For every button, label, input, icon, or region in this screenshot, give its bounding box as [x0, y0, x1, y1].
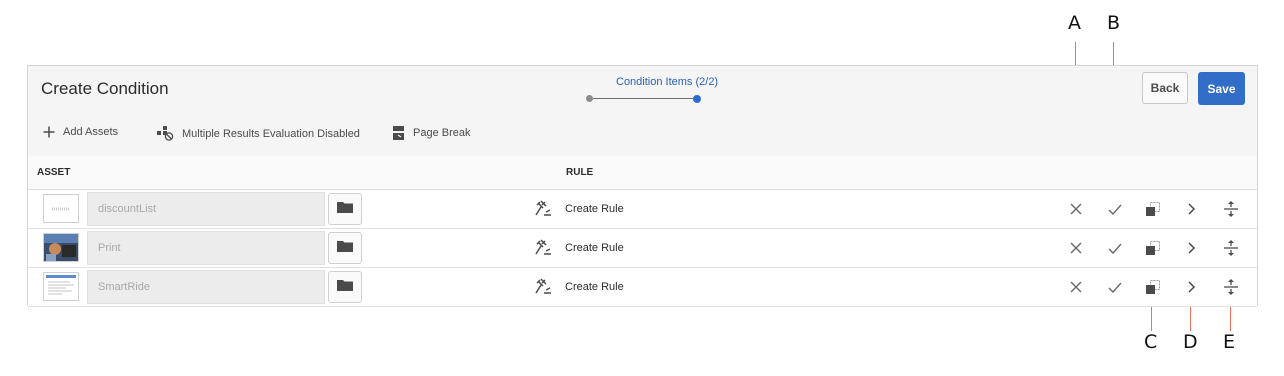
plus-icon [43, 126, 55, 138]
back-button[interactable]: Back [1142, 72, 1188, 104]
callout-a: A [1068, 12, 1081, 34]
table-row: SmartRide Create Rule [28, 268, 1257, 307]
chevron-right-icon[interactable] [1183, 200, 1201, 218]
add-assets-button[interactable]: Add Assets [43, 126, 118, 138]
browse-asset-button[interactable] [328, 271, 362, 303]
multiple-results-icon [157, 126, 174, 141]
checkmark-icon[interactable] [1106, 200, 1124, 218]
checkmark-icon[interactable] [1106, 239, 1124, 257]
text-doc-icon [43, 194, 79, 223]
page-break-button[interactable]: Page Break [393, 126, 470, 140]
delete-x-icon[interactable] [1067, 200, 1085, 218]
copy-icon[interactable] [1144, 200, 1162, 218]
wizard-step-label[interactable]: Condition Items (2/2) [616, 76, 718, 88]
callout-b: B [1107, 12, 1121, 34]
asset-name-field[interactable]: SmartRide [87, 270, 325, 304]
delete-x-icon[interactable] [1067, 278, 1085, 296]
move-icon[interactable] [1222, 200, 1240, 218]
browse-asset-button[interactable] [328, 232, 362, 264]
photo-thumbnail [43, 233, 79, 262]
callout-e: E [1223, 331, 1236, 353]
checkmark-icon[interactable] [1106, 278, 1124, 296]
folder-icon [337, 200, 353, 218]
asset-name-field[interactable]: Print [87, 231, 325, 265]
folder-icon [337, 239, 353, 257]
add-assets-label: Add Assets [63, 126, 119, 138]
gavel-rule-icon [535, 200, 552, 222]
wizard-step-2-dot[interactable] [693, 95, 701, 103]
chevron-right-icon[interactable] [1183, 278, 1201, 296]
delete-x-icon[interactable] [1067, 239, 1085, 257]
page-break-label: Page Break [413, 127, 471, 139]
toolbar: Add Assets Multiple Results Evaluation D… [28, 112, 1257, 156]
callout-c: C [1144, 331, 1158, 353]
wizard-step-1-dot[interactable] [586, 95, 593, 102]
save-button[interactable]: Save [1198, 72, 1245, 105]
table-row: discountList Create Rule [28, 190, 1257, 229]
column-header: ASSET RULE [28, 156, 1257, 190]
create-rule-link[interactable]: Create Rule [565, 242, 624, 254]
multiple-results-label: Multiple Results Evaluation Disabled [182, 127, 360, 140]
gavel-rule-icon [535, 239, 552, 261]
create-rule-link[interactable]: Create Rule [565, 281, 624, 293]
copy-icon[interactable] [1144, 239, 1162, 257]
chevron-right-icon[interactable] [1183, 239, 1201, 257]
page-title: Create Condition [41, 79, 169, 98]
multiple-results-button[interactable]: Multiple Results Evaluation Disabled [157, 126, 360, 141]
rule-column-header: RULE [566, 167, 594, 178]
browse-asset-button[interactable] [328, 193, 362, 225]
folder-icon [337, 278, 353, 296]
wizard-progress-line [593, 98, 693, 99]
gavel-rule-icon [535, 278, 552, 300]
copy-icon[interactable] [1144, 278, 1162, 296]
asset-column-header: ASSET [37, 167, 71, 178]
panel-header: Create Condition Condition Items (2/2) B… [28, 66, 1257, 113]
document-thumbnail [43, 272, 79, 301]
move-icon[interactable] [1222, 239, 1240, 257]
create-condition-panel: Create Condition Condition Items (2/2) B… [27, 65, 1258, 307]
move-icon[interactable] [1222, 278, 1240, 296]
callout-d: D [1183, 331, 1198, 353]
table-row: Print Create Rule [28, 229, 1257, 268]
asset-name-field[interactable]: discountList [87, 192, 325, 226]
create-rule-link[interactable]: Create Rule [565, 203, 624, 215]
page-break-icon [393, 126, 405, 140]
